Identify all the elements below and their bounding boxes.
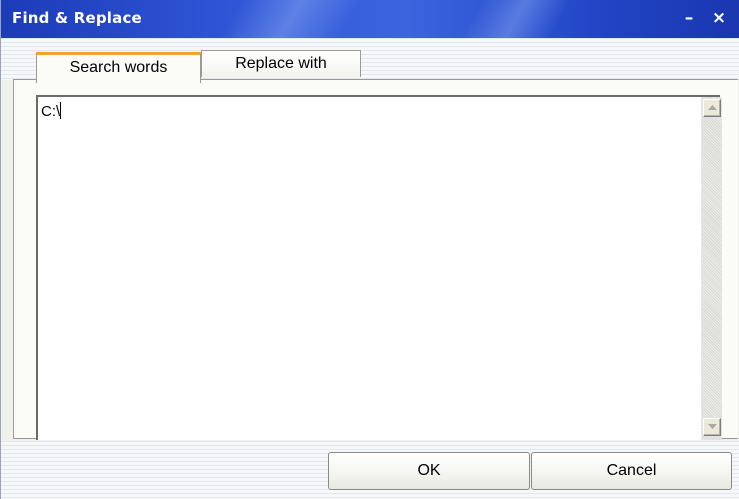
tab-strip: Search words Replace with xyxy=(1,38,739,83)
dialog-footer: OK Cancel xyxy=(1,441,739,499)
ok-button[interactable]: OK xyxy=(328,452,530,490)
scroll-up-button[interactable] xyxy=(703,99,721,117)
scroll-down-arrow-icon xyxy=(708,424,717,429)
title-bar[interactable]: Find & Replace – × xyxy=(1,0,739,38)
search-words-textarea[interactable]: C:\ xyxy=(36,95,722,440)
cancel-button[interactable]: Cancel xyxy=(531,452,732,490)
find-replace-dialog: Find & Replace – × Search words Replace … xyxy=(0,0,739,499)
vertical-scrollbar[interactable] xyxy=(701,97,722,440)
text-caret xyxy=(60,102,62,119)
scroll-up-arrow-icon xyxy=(708,105,717,110)
title-bar-highlight xyxy=(220,0,362,38)
search-text: C:\ xyxy=(41,102,62,120)
tab-replace-with[interactable]: Replace with xyxy=(201,50,361,77)
search-text-value: C:\ xyxy=(41,103,61,120)
close-button[interactable]: × xyxy=(707,6,731,30)
tab-search-words[interactable]: Search words xyxy=(36,52,201,83)
title-bar-highlight xyxy=(460,0,572,38)
minimize-button[interactable]: – xyxy=(677,6,701,30)
window-title: Find & Replace xyxy=(12,9,142,27)
tab-panel: C:\ xyxy=(13,79,738,440)
scroll-down-button[interactable] xyxy=(703,418,721,436)
